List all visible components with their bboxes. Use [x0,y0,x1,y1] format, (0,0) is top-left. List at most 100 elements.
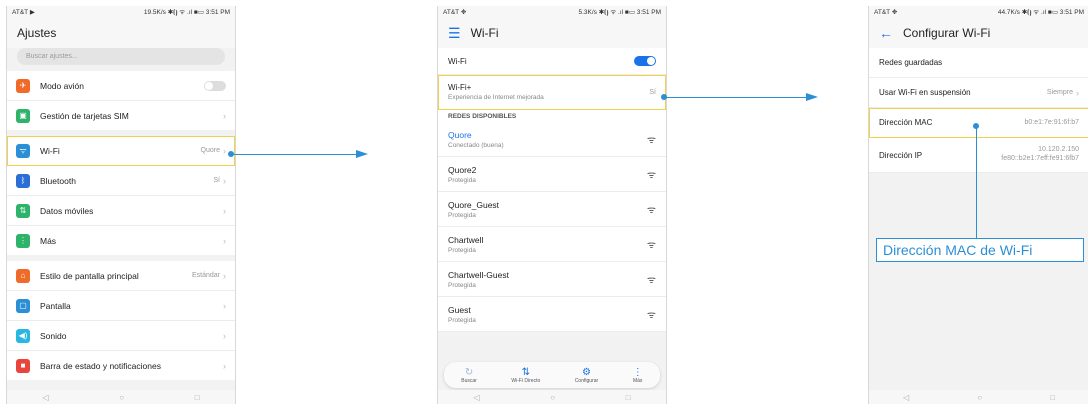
home-icon[interactable]: ○ [977,393,982,402]
setting-icon: ■ [16,358,30,373]
wifi-toggle-row[interactable]: Wi-Fi [438,48,666,75]
network-list: Quore Conectado (buena) ᯤ Quore2 Protegida ᯤ Q… [438,122,666,332]
page-title-text: Ajustes [17,26,57,40]
settings-row[interactable]: ⇅ Datos móviles › [7,196,235,226]
settings-row[interactable]: ᯤ Wi-Fi Quore › [7,136,235,166]
mac-address-row: Dirección MAC b0:e1:7e:91:6f:b7 [869,108,1088,138]
settings-row[interactable]: ◀) Sonido › [7,321,235,351]
network-item[interactable]: Quore_Guest Protegida ᯤ [438,192,666,227]
setting-icon: ▢ [16,298,30,313]
annotation-arrow-line [664,97,806,98]
settings-row[interactable]: ▢ Pantalla › [7,291,235,321]
setting-icon: ⋮ [16,233,30,248]
chevron-right-icon: › [223,175,226,186]
settings-row[interactable]: ᛒ Bluetooth Sí › [7,166,235,196]
mac-callout-label: Dirección MAC de Wi-Fi [876,238,1084,262]
carrier-label: AT&T ✥ [443,9,467,16]
network-item[interactable]: Guest Protegida ᯤ [438,297,666,332]
menu-icon[interactable]: ☰ [448,25,461,42]
settings-row[interactable]: ⌂ Estilo de pantalla principal Estándar › [7,261,235,291]
settings-row-value: Sí [213,177,220,184]
settings-row-label: Sonido [40,330,67,341]
wifi-direct-button[interactable]: ⇅ Wi-Fi Directo [511,367,540,384]
back-arrow-icon[interactable]: ← [879,25,893,41]
chevron-right-icon: › [1076,87,1079,98]
wifi-signal-icon: ᯤ [646,170,656,181]
settings-group: ᯤ Wi-Fi Quore › ᛒ Bluetooth Sí › ⇅ Datos móviles ›… [7,136,235,255]
setting-icon: ᯤ [16,143,30,158]
network-name: Guest [448,304,471,315]
search-button[interactable]: ↻ Buscar [461,367,477,384]
wifi-signal-icon: ᯤ [646,310,656,321]
mac-address-label: Dirección MAC [879,118,933,127]
network-status: Protegida [448,316,476,324]
wifi-toggle[interactable] [634,56,656,66]
network-status: Protegida [448,211,476,219]
network-item[interactable]: Chartwell Protegida ᯤ [438,227,666,262]
recents-icon[interactable]: □ [1050,393,1055,402]
wifi-plus-row[interactable]: Wi-Fi+ Experiencia de Internet mejorada … [438,75,666,110]
settings-row-value: Estándar [191,272,220,279]
configure-button[interactable]: ⚙ Configurar [575,367,598,384]
android-nav-bar: ◁ ○ □ [7,390,235,404]
carrier-label: AT&T ▶ [12,9,35,16]
settings-row[interactable]: ✈ Modo avión [7,71,235,101]
chevron-right-icon: › [223,145,226,156]
recents-icon[interactable]: □ [195,393,200,402]
wifi-signal-icon: ᯤ [646,275,656,286]
wifi-signal-icon: ᯤ [646,205,656,216]
more-button[interactable]: ⋮ Más [633,367,643,384]
chevron-right-icon: › [223,110,226,121]
wifi-screen: AT&T ✥ 5.3K/s ✱⦗⦘ ᯤ .ıl ■▭ 3:51 PM ☰ Wi-… [437,6,667,404]
settings-screen: AT&T ▶ 19.5K/s ✱⦗⦘ ᯤ .ıl ■▭ 3:51 PM Ajus… [6,6,236,404]
network-item[interactable]: Quore Conectado (buena) ᯤ [438,122,666,157]
configure-wifi-screen: AT&T ✥ 44.7K/s ✱⦗⦘ ᯤ .ıl ■▭ 3:51 PM ← Co… [868,6,1088,404]
settings-row-label: Bluetooth [40,175,76,186]
annotation-arrow-line [231,154,356,155]
more-icon: ⋮ [632,366,643,378]
recents-icon[interactable]: □ [626,393,631,402]
wifi-plus-label: Wi-Fi+ [448,83,472,92]
setting-icon: ✈ [16,78,30,93]
home-icon[interactable]: ○ [119,393,124,402]
back-icon[interactable]: ◁ [903,393,909,402]
settings-row-label: Gestión de tarjetas SIM [40,110,129,121]
ipv6-value: fe80::b2e1:7eff:fe91:6fb7 [1001,155,1079,162]
page-header: ☰ Wi-Fi [438,18,666,48]
settings-row[interactable]: ■ Barra de estado y notificaciones › [7,351,235,380]
ip-address-row: Dirección IP 10.120.2.150 fe80::b2e1:7ef… [869,138,1088,173]
settings-row-label: Barra de estado y notificaciones [40,360,161,371]
setting-icon: ⇅ [16,203,30,218]
status-bar: AT&T ✥ 5.3K/s ✱⦗⦘ ᯤ .ıl ■▭ 3:51 PM [438,6,666,18]
back-icon[interactable]: ◁ [42,393,48,402]
settings-row-label: Wi-Fi [40,145,60,156]
saved-networks-row[interactable]: Redes guardadas [869,48,1088,78]
wifi-toggle-label: Wi-Fi [448,56,467,66]
chevron-right-icon: › [223,235,226,246]
status-indicators: 5.3K/s ✱⦗⦘ ᯤ .ıl ■▭ 3:51 PM [578,9,662,16]
android-nav-bar: ◁ ○ □ [438,390,666,404]
network-item[interactable]: Quore2 Protegida ᯤ [438,157,666,192]
setting-icon: ◀) [16,328,30,343]
airplane-mode-toggle[interactable] [204,80,226,91]
network-status: Protegida [448,246,476,254]
search-input[interactable]: Buscar ajustes... [17,48,225,65]
wifi-signal-icon: ᯤ [646,135,656,146]
network-status: Protegida [448,281,476,289]
wifi-sleep-label: Usar Wi-Fi en suspensión [879,88,971,97]
network-name: Quore2 [448,164,477,175]
setting-icon: ᛒ [16,173,30,188]
settings-row[interactable]: ⋮ Más › [7,226,235,255]
network-item[interactable]: Chartwell-Guest Protegida ᯤ [438,262,666,297]
chevron-right-icon: › [223,270,226,281]
mac-address-value: b0:e1:7e:91:6f:b7 [1024,119,1080,126]
network-name: Quore [448,129,472,140]
settings-row-label: Datos móviles [40,205,94,216]
home-icon[interactable]: ○ [550,393,555,402]
network-status: Protegida [448,176,476,184]
wifi-sleep-row[interactable]: Usar Wi-Fi en suspensión Siempre › [869,78,1088,108]
settings-row-label: Pantalla [40,300,71,311]
back-icon[interactable]: ◁ [473,393,479,402]
settings-row[interactable]: ▣ Gestión de tarjetas SIM › [7,101,235,130]
annotation-arrowhead [356,150,368,158]
